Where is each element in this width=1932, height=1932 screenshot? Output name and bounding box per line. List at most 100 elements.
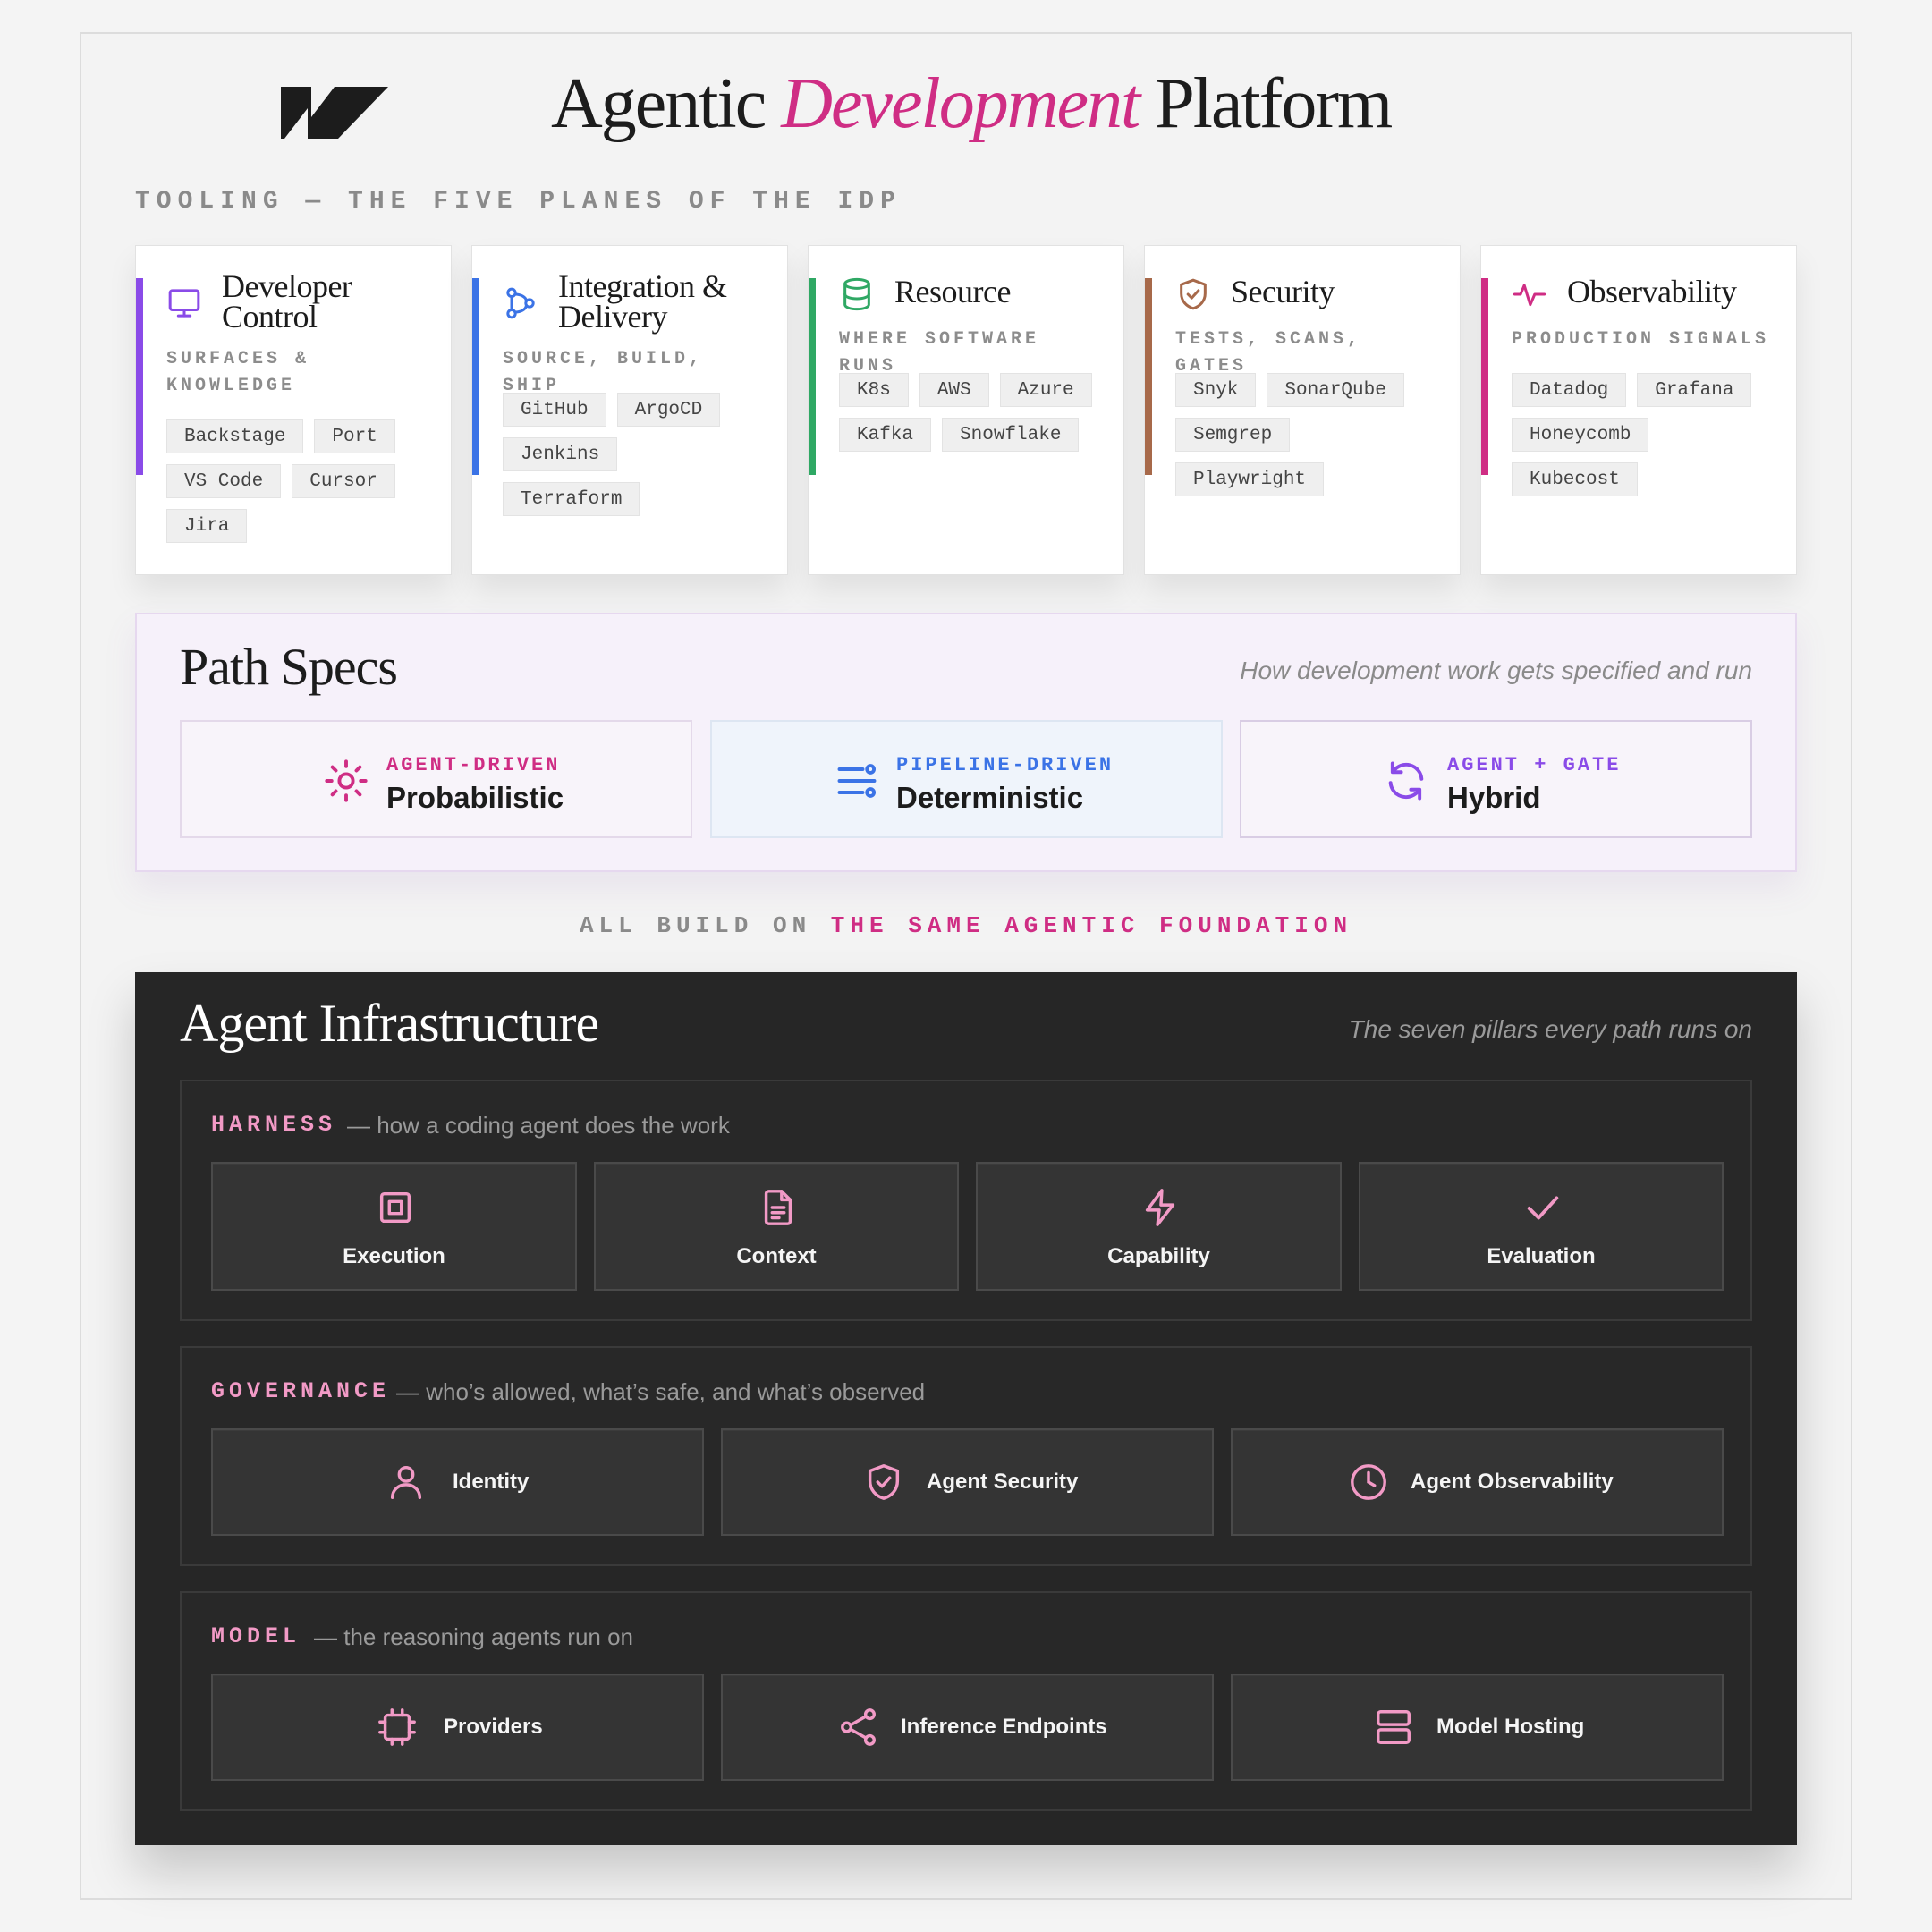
tag: Jenkins xyxy=(503,437,618,471)
group-description: — how a coding agent does the work xyxy=(347,1112,730,1139)
plane-accent-bar xyxy=(1481,278,1488,475)
plane-subtitle: SURFACES & KNOWLEDGE xyxy=(166,349,310,396)
pillar-evaluation: Evaluation xyxy=(1359,1162,1724,1291)
spec-name: Probabilistic xyxy=(386,781,564,814)
tag: ArgoCD xyxy=(616,393,721,427)
foundation-highlight: THE SAME AGENTIC FOUNDATION xyxy=(830,912,1353,939)
pillar-providers: Providers xyxy=(211,1674,704,1781)
group-label: GOVERNANCE xyxy=(211,1378,391,1404)
tag: VS Code xyxy=(166,464,282,498)
group-label: HARNESS xyxy=(211,1112,337,1138)
spec-kicker: AGENT + GATE xyxy=(1447,754,1622,776)
pillar-name: Capability xyxy=(1107,1244,1210,1268)
plane-accent-bar xyxy=(809,278,816,475)
activity-icon xyxy=(1513,284,1546,307)
tag: AWS xyxy=(919,373,989,407)
tag: Terraform xyxy=(503,482,640,516)
agent-infrastructure-subtitle: The seven pillars every path runs on xyxy=(1348,1015,1752,1043)
plane-title: Integration & Delivery xyxy=(558,268,727,335)
pillar-name: Evaluation xyxy=(1487,1244,1596,1268)
tag: Port xyxy=(314,419,395,453)
foundation-prefix: ALL BUILD ON xyxy=(579,912,831,939)
plane-subtitle: WHERE SOFTWARE RUNS xyxy=(839,329,1040,377)
shield-check-icon xyxy=(1180,278,1207,310)
title-accent: Development xyxy=(781,64,1140,143)
pillar-identity: Identity xyxy=(211,1428,704,1536)
plane-card-integration-delivery: Integration & Delivery SOURCE, BUILD, SH… xyxy=(471,245,788,575)
pillar-execution: Execution xyxy=(211,1162,577,1291)
path-specs-subtitle: How development work gets specified and … xyxy=(1240,657,1752,684)
pillar-name: Context xyxy=(736,1244,817,1268)
tag-list: Backstage Port VS Code Cursor Jira xyxy=(166,419,435,543)
spec-name: Hybrid xyxy=(1447,781,1541,814)
shield-check-icon xyxy=(868,1464,900,1500)
spec-card-hybrid: AGENT + GATE Hybrid xyxy=(1240,720,1752,838)
plane-accent-bar xyxy=(136,278,143,475)
tag: Honeycomb xyxy=(1512,418,1649,452)
tag: Kubecost xyxy=(1512,462,1638,496)
tooling-heading: TOOLING — THE FIVE PLANES OF THE IDP xyxy=(135,188,902,216)
plane-card-resource: Resource WHERE SOFTWARE RUNS K8s AWS Azu… xyxy=(808,245,1124,575)
plane-title: Security xyxy=(1231,274,1335,309)
pillar-name: Agent Security xyxy=(927,1470,1079,1494)
plane-title: Developer Control xyxy=(222,268,352,335)
spec-name: Deterministic xyxy=(896,781,1084,814)
check-icon xyxy=(1527,1196,1559,1220)
tag: K8s xyxy=(839,373,909,407)
tag-list: K8s AWS Azure Kafka Snowflake xyxy=(839,373,1107,452)
spec-kicker: PIPELINE-DRIVEN xyxy=(896,754,1114,776)
pillar-name: Agent Observability xyxy=(1411,1470,1614,1494)
group-label: MODEL xyxy=(211,1623,301,1649)
tag: Datadog xyxy=(1512,373,1627,407)
path-specs-title: Path Specs xyxy=(180,638,398,696)
user-icon xyxy=(390,1465,422,1499)
tag: Azure xyxy=(999,373,1092,407)
cpu-square-icon xyxy=(379,1191,411,1224)
tag-list: Datadog Grafana Honeycomb Kubecost xyxy=(1512,373,1771,496)
tag: GitHub xyxy=(503,393,606,427)
pillar-name: Model Hosting xyxy=(1436,1715,1585,1739)
tag-list: GitHub ArgoCD Jenkins Terraform xyxy=(503,393,735,516)
pillar-context: Context xyxy=(594,1162,959,1291)
clock-icon xyxy=(1351,1464,1386,1500)
database-icon xyxy=(843,277,870,311)
tag: Cursor xyxy=(292,464,395,498)
tag: SonarQube xyxy=(1267,373,1404,407)
title-end: Platform xyxy=(1155,64,1393,143)
plane-card-security: Security TESTS, SCANS, GATES Snyk SonarQ… xyxy=(1144,245,1461,575)
plane-accent-bar xyxy=(472,278,479,475)
spec-card-probabilistic: AGENT-DRIVEN Probabilistic xyxy=(180,720,692,838)
pillar-name: Identity xyxy=(453,1470,530,1494)
tag: Backstage xyxy=(166,419,304,453)
title-start: Agentic xyxy=(551,64,767,143)
plane-card-observability: Observability PRODUCTION SIGNALS Datadog… xyxy=(1480,245,1797,575)
plane-subtitle: TESTS, SCANS, GATES xyxy=(1175,329,1362,377)
foundation-caption: ALL BUILD ON THE SAME AGENTIC FOUNDATION xyxy=(0,912,1932,939)
group-description: — who’s allowed, what’s safe, and what’s… xyxy=(396,1378,926,1405)
agent-infrastructure-title: Agent Infrastructure xyxy=(180,994,599,1053)
tag: Playwright xyxy=(1175,462,1325,496)
spec-card-deterministic: PIPELINE-DRIVEN Deterministic xyxy=(710,720,1223,838)
plane-subtitle: PRODUCTION SIGNALS xyxy=(1512,329,1770,350)
pillar-capability: Capability xyxy=(976,1162,1342,1291)
page-title: Agentic Development Platform xyxy=(551,64,1393,143)
tag: Grafana xyxy=(1637,373,1752,407)
chip-icon xyxy=(378,1708,416,1746)
tag-list: Snyk SonarQube Semgrep Playwright xyxy=(1175,373,1435,496)
group-governance: GOVERNANCE — who’s allowed, what’s safe,… xyxy=(180,1346,1752,1566)
plane-card-developer-control: Developer Control SURFACES & KNOWLEDGE B… xyxy=(135,245,452,575)
sliders-icon xyxy=(837,764,877,798)
pillar-name: Inference Endpoints xyxy=(901,1715,1107,1739)
brand-logo xyxy=(281,87,388,139)
pillar-name: Providers xyxy=(444,1715,543,1739)
server-icon xyxy=(1377,1710,1411,1744)
sun-icon xyxy=(325,759,368,802)
group-harness: HARNESS — how a coding agent does the wo… xyxy=(180,1080,1752,1321)
pillar-agent-security: Agent Security xyxy=(721,1428,1214,1536)
monitor-icon xyxy=(168,289,200,318)
group-model: MODEL — the reasoning agents run on Prov… xyxy=(180,1591,1752,1811)
plane-subtitle: SOURCE, BUILD, SHIP xyxy=(503,349,704,396)
plane-title: Observability xyxy=(1567,274,1737,309)
tag: Jira xyxy=(166,509,248,543)
tag: Snyk xyxy=(1175,373,1257,407)
